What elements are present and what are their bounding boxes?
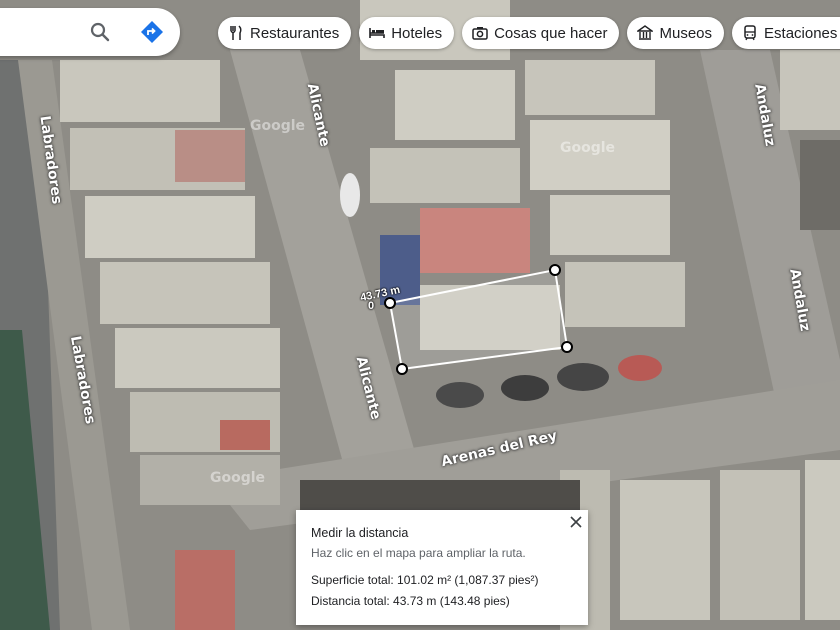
- museum-icon: [637, 25, 654, 40]
- chip-museos[interactable]: Museos: [627, 17, 725, 49]
- chip-label: Restaurantes: [250, 24, 340, 42]
- transit-icon: [744, 25, 756, 41]
- chip-hoteles[interactable]: Hoteles: [359, 17, 455, 49]
- chip-estaciones[interactable]: Estaciones d: [732, 17, 840, 49]
- category-chips: Restaurantes Hoteles Cosas que hacer Mus…: [218, 17, 840, 49]
- chip-label: Cosas que hacer: [494, 24, 608, 42]
- panel-title: Medir la distancia: [311, 526, 409, 540]
- chip-label: Museos: [659, 24, 713, 42]
- fork-knife-icon: [230, 25, 242, 40]
- chip-restaurantes[interactable]: Restaurantes: [218, 17, 352, 49]
- segment-length-label-2: 0: [368, 300, 375, 312]
- total-area: Superficie total: 101.02 m² (1,087.37 pi…: [311, 573, 539, 587]
- chip-cosas-que-hacer[interactable]: Cosas que hacer: [462, 17, 620, 49]
- chip-label: Hoteles: [391, 24, 443, 42]
- measure-point[interactable]: [549, 264, 561, 276]
- google-watermark: Google: [210, 470, 266, 486]
- directions-icon[interactable]: [140, 20, 164, 44]
- chip-label: Estaciones d: [764, 24, 840, 42]
- search-icon[interactable]: [88, 20, 112, 44]
- measure-point[interactable]: [384, 297, 396, 309]
- measure-point[interactable]: [561, 341, 573, 353]
- total-distance: Distancia total: 43.73 m (143.48 pies): [311, 594, 510, 608]
- panel-hint: Haz clic en el mapa para ampliar la ruta…: [311, 546, 526, 560]
- bed-icon: [369, 28, 386, 38]
- search-box[interactable]: [0, 8, 180, 56]
- camera-icon: [472, 27, 488, 40]
- google-watermark: Google: [560, 140, 616, 156]
- close-icon[interactable]: [568, 514, 584, 530]
- measure-point[interactable]: [396, 363, 408, 375]
- measure-distance-panel: Medir la distancia Haz clic en el mapa p…: [296, 510, 588, 625]
- google-watermark: Google: [250, 118, 306, 134]
